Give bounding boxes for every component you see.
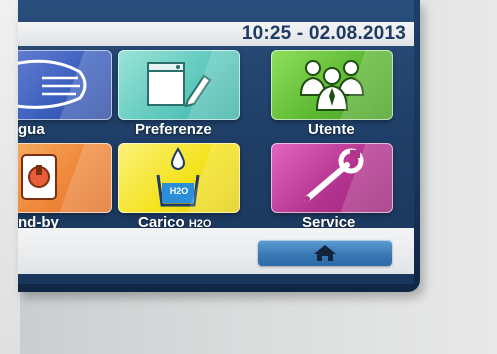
tile-standby[interactable]	[18, 143, 112, 213]
background-edge	[0, 0, 20, 354]
water-load-icon	[156, 147, 200, 207]
time-text: 10:25 - 02.	[241, 23, 336, 44]
tile-service[interactable]	[271, 143, 393, 213]
screen: 10:25 - 02.08.2013 gua Preferenze Utente…	[18, 0, 414, 284]
datetime-display: 10:25 - 02.08.2013	[242, 22, 406, 46]
tile-acqua-label: gua	[18, 121, 45, 138]
tile-utente-label: Utente	[308, 121, 355, 138]
preferences-icon	[147, 62, 212, 108]
home-button[interactable]	[258, 240, 392, 266]
wrench-icon	[304, 148, 364, 202]
standby-icon	[21, 154, 57, 200]
footer-bar	[18, 228, 414, 274]
device-bezel: 10:25 - 02.08.2013 gua Preferenze Utente…	[18, 0, 420, 292]
h2o-icon-text: H2O	[169, 186, 189, 196]
home-icon	[314, 245, 336, 261]
tile-preferenze-label: Preferenze	[135, 121, 212, 138]
users-icon	[299, 60, 365, 111]
tile-utente[interactable]	[271, 50, 393, 120]
tile-acqua[interactable]	[18, 50, 112, 120]
tile-carico-h2o[interactable]: H2O	[118, 143, 240, 213]
tile-preferenze[interactable]	[118, 50, 240, 120]
water-icon	[18, 59, 87, 109]
date-text: 08.2013	[335, 23, 406, 44]
